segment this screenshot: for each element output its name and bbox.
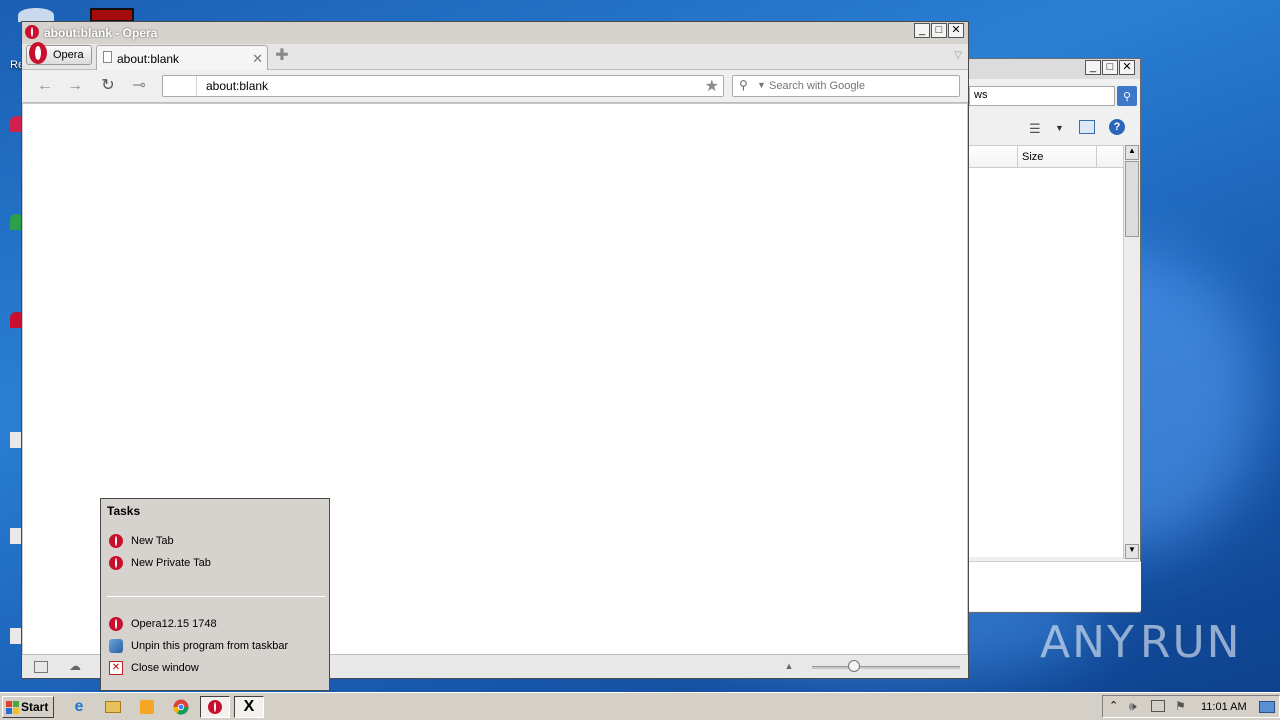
tab-title: about:blank bbox=[117, 52, 180, 66]
minimize-button[interactable]: _ bbox=[1085, 60, 1101, 75]
opera-link-cloud-icon[interactable]: ☁ bbox=[68, 659, 82, 673]
new-tab-icon[interactable]: ✚ bbox=[274, 48, 290, 64]
security-badge[interactable] bbox=[163, 76, 197, 96]
jump-list-heading: Tasks bbox=[107, 504, 141, 518]
search-input[interactable] bbox=[769, 78, 949, 94]
watermark-text-right: RUN bbox=[1139, 616, 1242, 668]
chrome-icon[interactable] bbox=[166, 696, 196, 718]
windows-flag-icon bbox=[6, 701, 19, 714]
search-icon[interactable]: ⚲ bbox=[739, 78, 748, 92]
opera-icon bbox=[109, 617, 123, 631]
zoom-slider[interactable] bbox=[812, 666, 960, 669]
opera-menu-button[interactable]: Opera bbox=[26, 42, 92, 65]
start-button[interactable]: Start bbox=[2, 696, 54, 718]
search-icon[interactable]: ⚲ bbox=[1117, 86, 1137, 106]
key-icon[interactable]: ⊸ bbox=[130, 77, 148, 95]
jump-list-item-new-private-tab[interactable]: New Private Tab bbox=[109, 553, 211, 573]
file-explorer-icon[interactable] bbox=[98, 696, 128, 718]
chevron-down-icon[interactable]: ▼ bbox=[1055, 123, 1064, 133]
navigation-bar: ← → ↻ ⊸ about:blank ★ ⚲ ▼ bbox=[22, 70, 968, 103]
column-header: Size bbox=[969, 146, 1123, 168]
opera-menu-label: Opera bbox=[53, 49, 84, 61]
address-bar[interactable]: about:blank ★ bbox=[162, 75, 724, 97]
anyrun-watermark: ANY RUN bbox=[1040, 612, 1240, 672]
scroll-down-icon[interactable]: ▼ bbox=[1125, 544, 1139, 559]
vertical-scrollbar[interactable]: ▲ ▼ bbox=[1123, 145, 1139, 559]
desktop-app-icon[interactable] bbox=[90, 8, 134, 22]
jump-list-item-label: New Tab bbox=[131, 535, 174, 547]
media-player-icon[interactable] bbox=[132, 696, 162, 718]
opera-icon bbox=[109, 534, 123, 548]
network-icon[interactable] bbox=[1151, 700, 1165, 712]
preview-pane-icon[interactable] bbox=[1079, 120, 1095, 134]
column-size-header[interactable]: Size bbox=[1017, 146, 1097, 168]
opera-icon bbox=[25, 25, 39, 42]
opera-titlebar[interactable]: about:blank - Opera _ □ ✕ bbox=[22, 22, 968, 44]
jump-list-item-label: Close window bbox=[131, 662, 199, 674]
opera-icon bbox=[208, 700, 222, 714]
help-icon[interactable]: ? bbox=[1109, 119, 1125, 135]
start-label: Start bbox=[21, 700, 49, 714]
minimize-button[interactable]: _ bbox=[914, 23, 930, 38]
jump-list-item-label: New Private Tab bbox=[131, 557, 211, 569]
taskbar: Start e X ⌃ 🕪 ⚑ 11:01 AM bbox=[0, 692, 1280, 720]
show-desktop-icon[interactable] bbox=[1259, 701, 1275, 713]
jump-list-item-label: Opera12.15 1748 bbox=[131, 618, 217, 630]
show-hidden-icons-icon[interactable]: ⌃ bbox=[1109, 699, 1118, 712]
address-input[interactable]: about:blank bbox=[206, 79, 268, 93]
jump-list-item-label: Unpin this program from taskbar bbox=[131, 640, 289, 652]
search-engine-dropdown-icon[interactable]: ▼ bbox=[757, 80, 766, 90]
jump-list-item-opera[interactable]: Opera12.15 1748 bbox=[109, 614, 217, 634]
opera-logo-icon bbox=[29, 42, 47, 64]
opera-icon bbox=[109, 556, 123, 570]
close-window-icon: ✕ bbox=[109, 661, 123, 675]
jump-list-item-unpin[interactable]: Unpin this program from taskbar bbox=[109, 636, 288, 656]
watermark-text-left: ANY bbox=[1040, 616, 1136, 668]
app-x-taskbar-icon[interactable]: X bbox=[234, 696, 264, 718]
maximize-button[interactable]: □ bbox=[931, 23, 947, 38]
panel-toggle-icon[interactable] bbox=[34, 661, 48, 673]
reload-icon[interactable]: ↻ bbox=[99, 77, 117, 95]
close-button[interactable]: ✕ bbox=[1119, 60, 1135, 75]
close-button[interactable]: ✕ bbox=[948, 23, 964, 38]
page-icon bbox=[103, 51, 112, 63]
maximize-button[interactable]: □ bbox=[1102, 60, 1118, 75]
unpin-icon bbox=[109, 639, 123, 653]
back-icon[interactable]: ← bbox=[36, 77, 54, 95]
volume-icon[interactable]: 🕪 bbox=[1129, 699, 1137, 714]
opera-taskbar-icon[interactable] bbox=[200, 696, 230, 718]
details-pane bbox=[969, 561, 1141, 611]
jump-list-divider bbox=[107, 596, 325, 597]
system-tray: ⌃ 🕪 ⚑ 11:01 AM bbox=[1102, 695, 1280, 718]
explorer-toolbar: ☰ ▼ ? bbox=[969, 117, 1140, 141]
explorer-window[interactable]: _ □ ✕ ws ⚲ ☰ ▼ ? Size ▲ ▼ bbox=[960, 58, 1141, 613]
explorer-titlebar[interactable]: _ □ ✕ bbox=[961, 59, 1140, 79]
search-box[interactable]: ⚲ ▼ bbox=[732, 75, 960, 97]
tab-bar: Opera about:blank ✕ ✚ ▽ bbox=[22, 42, 968, 70]
taskbar-jump-list: Tasks New Tab New Private Tab Opera12.15… bbox=[100, 498, 330, 691]
scroll-up-icon[interactable]: ▲ bbox=[1125, 145, 1139, 160]
forward-icon[interactable]: → bbox=[66, 77, 84, 95]
action-center-flag-icon[interactable]: ⚑ bbox=[1175, 699, 1186, 713]
tab-close-icon[interactable]: ✕ bbox=[252, 51, 263, 67]
scroll-up-icon[interactable]: ▲ bbox=[782, 661, 796, 675]
internet-explorer-icon[interactable]: e bbox=[64, 696, 94, 718]
scrollbar-thumb[interactable] bbox=[1125, 161, 1139, 237]
zoom-slider-thumb[interactable] bbox=[848, 660, 860, 672]
chevron-down-icon[interactable]: ▽ bbox=[954, 50, 962, 61]
explorer-file-list[interactable]: Size bbox=[969, 145, 1123, 557]
jump-list-item-close-window[interactable]: ✕ Close window bbox=[109, 658, 199, 678]
clock[interactable]: 11:01 AM bbox=[1201, 701, 1247, 713]
tab-about-blank[interactable]: about:blank ✕ bbox=[96, 45, 268, 70]
jump-list-item-new-tab[interactable]: New Tab bbox=[109, 531, 174, 551]
bookmark-star-icon[interactable]: ★ bbox=[705, 76, 719, 96]
recycle-bin-icon[interactable] bbox=[18, 8, 54, 22]
explorer-search-input[interactable]: ws bbox=[969, 86, 1115, 106]
window-title: about:blank - Opera bbox=[44, 26, 158, 40]
view-options-icon[interactable]: ☰ bbox=[1029, 121, 1041, 137]
